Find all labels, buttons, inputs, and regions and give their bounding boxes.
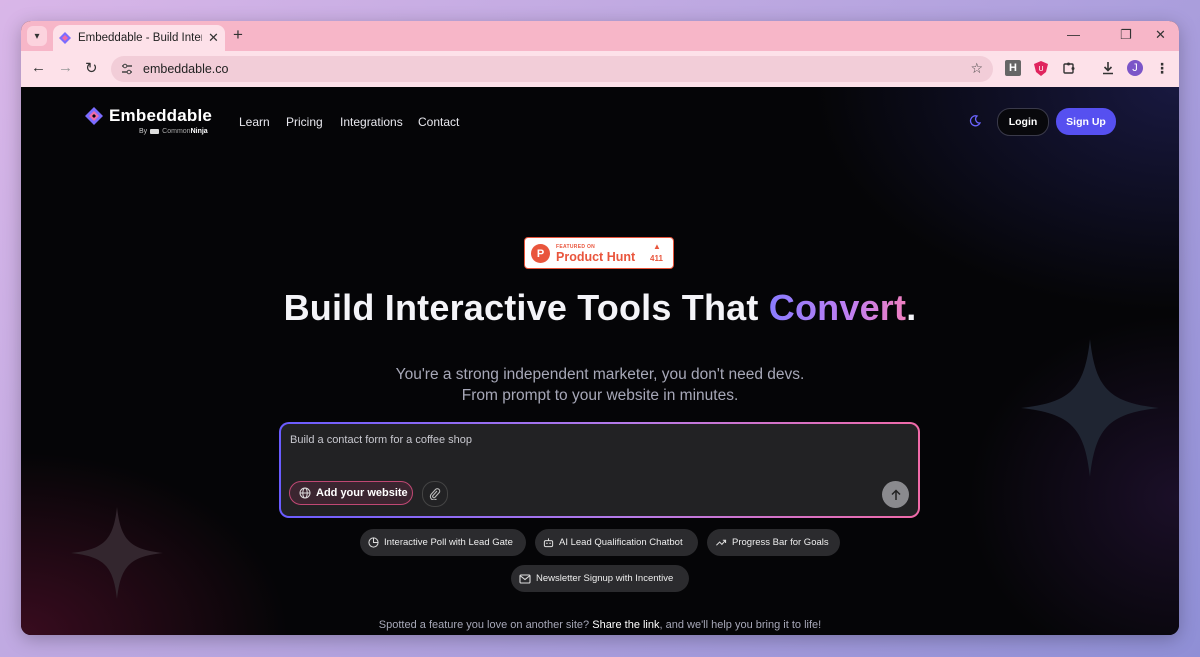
new-tab-icon[interactable]: + [233, 25, 243, 45]
forward-icon[interactable]: → [58, 59, 73, 76]
footer-text-after: , and we'll help you bring it to life! [659, 619, 822, 631]
download-icon[interactable] [1100, 60, 1116, 76]
bookmark-star-icon[interactable]: ☆ [970, 60, 983, 77]
paperclip-icon [429, 488, 441, 500]
site-info-icon[interactable] [119, 61, 135, 77]
reload-icon[interactable]: ↻ [85, 59, 98, 77]
profile-avatar[interactable]: J [1127, 60, 1143, 76]
sparkle-decoration-icon [71, 507, 163, 599]
sparkle-decoration-icon [1021, 339, 1159, 477]
chevron-down-icon: ▾ [34, 30, 40, 42]
commonninja-logo-icon [150, 129, 160, 134]
mail-icon [519, 573, 531, 584]
subtitle-line-2: From prompt to your website in minutes. [461, 387, 739, 404]
pie-chart-icon [368, 537, 379, 548]
moon-icon[interactable] [969, 115, 981, 127]
product-hunt-badge[interactable]: P FEATURED ON Product Hunt ▲ 411 [524, 237, 674, 269]
restore-icon[interactable]: ❐ [1120, 27, 1132, 43]
trend-up-icon [716, 539, 727, 546]
suggestion-label: AI Lead Qualification Chatbot [559, 537, 683, 548]
minimize-icon[interactable]: — [1067, 27, 1080, 42]
byline-prefix: By [139, 128, 148, 135]
nav-learn[interactable]: Learn [239, 115, 270, 129]
product-hunt-name: Product Hunt [556, 250, 636, 264]
suggestion-chip[interactable]: AI Lead Qualification Chatbot [535, 529, 698, 556]
prompt-box: Build a contact form for a coffee shop A… [279, 422, 920, 518]
extensions-puzzle-icon[interactable] [1061, 60, 1077, 76]
prompt-text: Build a contact form for a coffee shop [290, 434, 473, 446]
nav-contact[interactable]: Contact [418, 115, 459, 129]
suggestion-label: Progress Bar for Goals [732, 537, 829, 548]
window-close-icon[interactable]: ✕ [1155, 27, 1166, 43]
bot-icon [543, 538, 554, 548]
headline-main: Build Interactive Tools That [283, 287, 769, 328]
logo[interactable]: Embeddable [85, 106, 212, 126]
logo-text: Embeddable [109, 106, 213, 125]
svg-text:U: U [1038, 65, 1043, 73]
subtitle-line-1: You're a strong independent marketer, yo… [395, 366, 805, 383]
headline-accent: Convert [768, 287, 907, 328]
footer-text-before: Spotted a feature you love on another si… [378, 619, 593, 631]
address-bar[interactable]: embeddable.co ☆ [111, 56, 993, 82]
browser-tab[interactable]: Embeddable - Build Interactive ✕ [53, 25, 225, 51]
suggestion-chip[interactable]: Interactive Poll with Lead Gate [360, 529, 526, 556]
share-link[interactable]: Share the link [592, 619, 659, 631]
signup-button[interactable]: Sign Up [1056, 108, 1116, 135]
nav-pricing[interactable]: Pricing [286, 115, 323, 129]
add-website-button[interactable]: Add your website [289, 481, 413, 505]
byline-brand-light: Common [162, 128, 191, 135]
shield-extension-icon[interactable]: U [1033, 60, 1049, 76]
send-button[interactable] [882, 481, 909, 508]
tab-bar: ▾ Embeddable - Build Interactive ✕ + — ❐… [21, 21, 1179, 51]
tab-search-button[interactable]: ▾ [27, 26, 47, 46]
menu-kebab-icon[interactable]: ⋮ [1154, 60, 1170, 76]
headline-end: . [906, 287, 917, 328]
url-text: embeddable.co [143, 62, 229, 76]
share-link-note: Spotted a feature you love on another si… [21, 619, 1179, 631]
suggestion-label: Interactive Poll with Lead Gate [384, 537, 513, 548]
browser-toolbar: ← → ↻ embeddable.co ☆ H U J ⋮ [21, 51, 1179, 87]
nav-integrations[interactable]: Integrations [340, 115, 403, 129]
extension-h-icon[interactable]: H [1005, 60, 1021, 76]
page-content: Embeddable By Common Ninja Learn Pricing … [21, 87, 1179, 635]
suggestion-label: Newsletter Signup with Incentive [536, 573, 674, 584]
page-title: Build Interactive Tools That Convert. [21, 287, 1179, 329]
embeddable-favicon-icon [59, 32, 71, 44]
browser-window: ▾ Embeddable - Build Interactive ✕ + — ❐… [21, 21, 1179, 635]
embeddable-logo-icon [85, 107, 103, 125]
arrow-up-icon [890, 488, 901, 500]
suggestion-chip[interactable]: Newsletter Signup with Incentive [511, 565, 689, 592]
byline-brand-bold: Ninja [190, 128, 208, 135]
add-website-label: Add your website [316, 487, 408, 499]
upvote-triangle-icon: ▲ [653, 242, 661, 251]
prompt-input[interactable]: Build a contact form for a coffee shop A… [281, 424, 918, 516]
product-hunt-logo-icon: P [531, 244, 550, 263]
back-icon[interactable]: ← [31, 59, 46, 76]
close-icon[interactable]: ✕ [208, 30, 219, 46]
attach-button[interactable] [422, 481, 448, 507]
suggestion-chip[interactable]: Progress Bar for Goals [707, 529, 840, 556]
tab-title: Embeddable - Build Interactive [78, 32, 202, 44]
product-hunt-count: 411 [650, 254, 663, 263]
byline: By Common Ninja [139, 128, 208, 135]
login-button[interactable]: Login [997, 108, 1049, 136]
globe-icon [299, 487, 311, 499]
